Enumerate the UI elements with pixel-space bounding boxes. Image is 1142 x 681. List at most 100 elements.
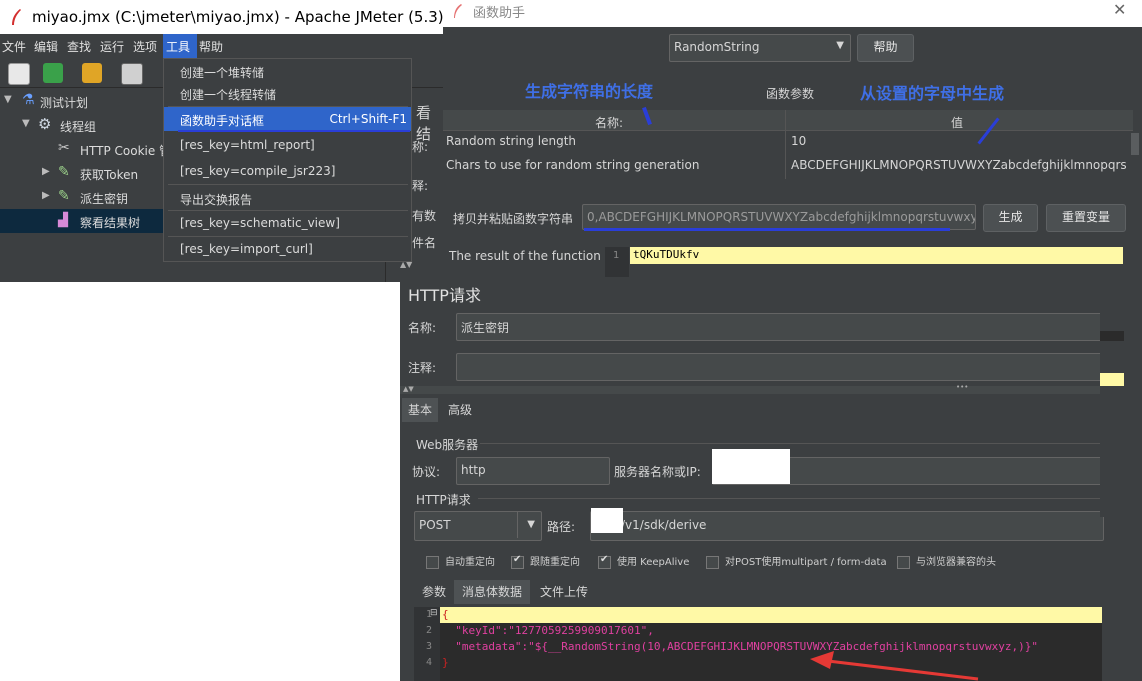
redaction-box (712, 449, 790, 484)
method-select[interactable]: POST ▼ (414, 511, 542, 541)
path-label: 路径: (547, 520, 576, 534)
params-table-row[interactable]: Random string length 10 (443, 131, 1133, 155)
menu-item-function-helper[interactable]: 函数助手对话框 Ctrl+Shift-F1 (164, 107, 411, 131)
dialog-title: 函数助手 (473, 6, 526, 21)
menu-item-label: 函数助手对话框 (180, 114, 265, 128)
checkbox-box[interactable] (897, 555, 910, 569)
menu-item-compile-jsr223[interactable]: [res_key=compile_jsr223] (164, 159, 411, 183)
menu-item-heap-dump[interactable]: 创建一个堆转储 (164, 59, 411, 83)
result-gutter: 1 (605, 247, 629, 277)
tree-item-view-results[interactable]: ▟ 察看结果树 (0, 209, 163, 233)
menu-item-html-report[interactable]: [res_key=html_report] (164, 133, 411, 157)
name-input[interactable]: 派生密钥 (456, 313, 1104, 341)
param-value[interactable]: 10 (791, 134, 1131, 156)
checkbox-multipart[interactable]: 对POST使用multipart / form-data (706, 553, 887, 569)
pipette-icon: ✎ (58, 164, 70, 180)
jmeter-feather-icon (12, 9, 21, 25)
drag-handle-icon[interactable]: ••• (956, 383, 968, 391)
menu-file[interactable]: 文件 (2, 38, 26, 55)
flask-icon: ⚗ (22, 92, 35, 108)
menu-run[interactable]: 运行 (100, 38, 124, 55)
table-scrollbar[interactable] (1131, 133, 1139, 155)
generate-button[interactable]: 生成 (983, 204, 1038, 232)
label-fragment: 件名 (412, 236, 437, 250)
tab-file-upload[interactable]: 文件上传 (532, 580, 596, 604)
fold-icon[interactable]: ⊟ (430, 608, 438, 618)
function-select-value: RandomString (674, 40, 760, 54)
menu-item-export-report[interactable]: 导出交换报告 (164, 186, 411, 210)
checkbox-follow-redirect[interactable]: 跟随重定向 (511, 553, 580, 569)
expand-collapse-icon[interactable]: ▲▼ (403, 385, 414, 393)
checkbox-box[interactable] (511, 554, 524, 569)
http-request-panel: HTTP请求 名称: 派生密钥 注释: ▲▼ ••• 基本 高级 Web服务器 … (400, 277, 1142, 681)
copy-paste-label: 拷贝并粘贴函数字符串 (453, 212, 574, 226)
menu-item-shortcut: Ctrl+Shift-F1 (329, 112, 407, 126)
checkbox-keepalive[interactable]: 使用 KeepAlive (598, 553, 689, 569)
close-icon[interactable]: ✕ (1113, 0, 1126, 19)
server-label: 服务器名称或IP: (614, 465, 701, 479)
menu-edit[interactable]: 编辑 (34, 38, 58, 55)
new-file-icon[interactable] (8, 63, 30, 85)
tab-body-data[interactable]: 消息体数据 (454, 580, 530, 604)
col-name-header: 名称: (595, 116, 624, 130)
tab-basic[interactable]: 基本 (402, 398, 438, 422)
label-fragment: 有数 (412, 209, 437, 223)
menu-help[interactable]: 帮助 (199, 38, 223, 55)
body-editor[interactable]: 1 ⊟ { 2 "keyId":"1277059259909017601", 3… (414, 607, 1102, 681)
checkbox-box[interactable] (426, 555, 439, 569)
annotation-underline (178, 130, 410, 132)
code-line: } (442, 656, 449, 669)
annotation-underline (584, 228, 950, 231)
chevron-down-icon[interactable]: ▼ (4, 94, 12, 105)
param-value[interactable]: ABCDEFGHIJKLMNOPQRSTUVWXYZabcdefghijklmn… (791, 158, 1126, 180)
help-button[interactable]: 帮助 (857, 34, 914, 62)
function-string-input[interactable]: 0,ABCDEFGHIJKLMNOPQRSTUVWXYZabcdefghijkl… (582, 204, 976, 230)
col-value-header: 值 (951, 116, 964, 130)
line-number: 1 (425, 609, 433, 620)
menu-item-label: [res_key=import_curl] (180, 242, 313, 256)
code-line: { (442, 608, 449, 621)
chevron-down-icon[interactable]: ▼ (22, 118, 30, 129)
menu-item-import-curl[interactable]: [res_key=import_curl] (164, 237, 411, 261)
section-divider (480, 443, 1100, 444)
checkbox-auto-redirect[interactable]: 自动重定向 (426, 553, 495, 569)
params-table-row[interactable]: Chars to use for random string generatio… (443, 155, 1133, 179)
save-icon[interactable] (121, 63, 143, 85)
annotation-arrow-icon (810, 651, 979, 681)
window-title: miyao.jmx (C:\jmeter\miyao.jmx) - Apache… (32, 8, 444, 26)
checkbox-box[interactable] (598, 554, 611, 569)
menu-item-thread-dump[interactable]: 创建一个线程转储 (164, 81, 411, 105)
comment-input[interactable] (456, 353, 1104, 381)
checkbox-browser-headers[interactable]: 与浏览器兼容的头 (897, 553, 996, 569)
split-pane-divider[interactable]: ▲▼ ••• (400, 383, 1100, 394)
line-number: 3 (425, 641, 433, 652)
result-editor[interactable]: tQKuTDUkfv (630, 247, 1123, 264)
chevron-right-icon[interactable]: ▶ (42, 166, 50, 177)
protocol-input[interactable]: http (456, 457, 610, 485)
checkbox-label: 与浏览器兼容的头 (916, 557, 996, 568)
web-server-section: Web服务器 (416, 438, 479, 452)
line-number: 1 (613, 250, 620, 261)
scrollbar-segment[interactable] (1100, 331, 1124, 341)
tree-item-label: 派生密钥 (80, 192, 129, 206)
panel-title: HTTP请求 (408, 286, 481, 305)
templates-icon[interactable] (43, 63, 63, 83)
tab-advanced[interactable]: 高级 (440, 398, 480, 422)
tree-item-label: 获取Token (80, 168, 139, 182)
column-divider (785, 131, 786, 155)
protocol-value: http (461, 463, 486, 477)
chevron-right-icon[interactable]: ▶ (42, 190, 50, 201)
annotation-chars: 从设置的字母中生成 (860, 84, 1005, 103)
checkbox-box[interactable] (706, 555, 719, 569)
label-fragment: 释: (412, 179, 429, 193)
tab-parameters[interactable]: 参数 (414, 580, 454, 604)
menu-options[interactable]: 选项 (133, 38, 157, 55)
chevron-down-icon: ▼ (527, 519, 535, 530)
function-select[interactable]: RandomString ▼ (669, 34, 851, 62)
menu-item-schematic-view[interactable]: [res_key=schematic_view] (164, 211, 411, 235)
reset-variables-button[interactable]: 重置变量 (1046, 204, 1126, 232)
menu-tools[interactable]: 工具 (163, 34, 197, 58)
path-input[interactable]: /v1/sdk/derive (590, 511, 1104, 541)
open-folder-icon[interactable] (82, 63, 102, 83)
menu-search[interactable]: 查找 (67, 38, 91, 55)
